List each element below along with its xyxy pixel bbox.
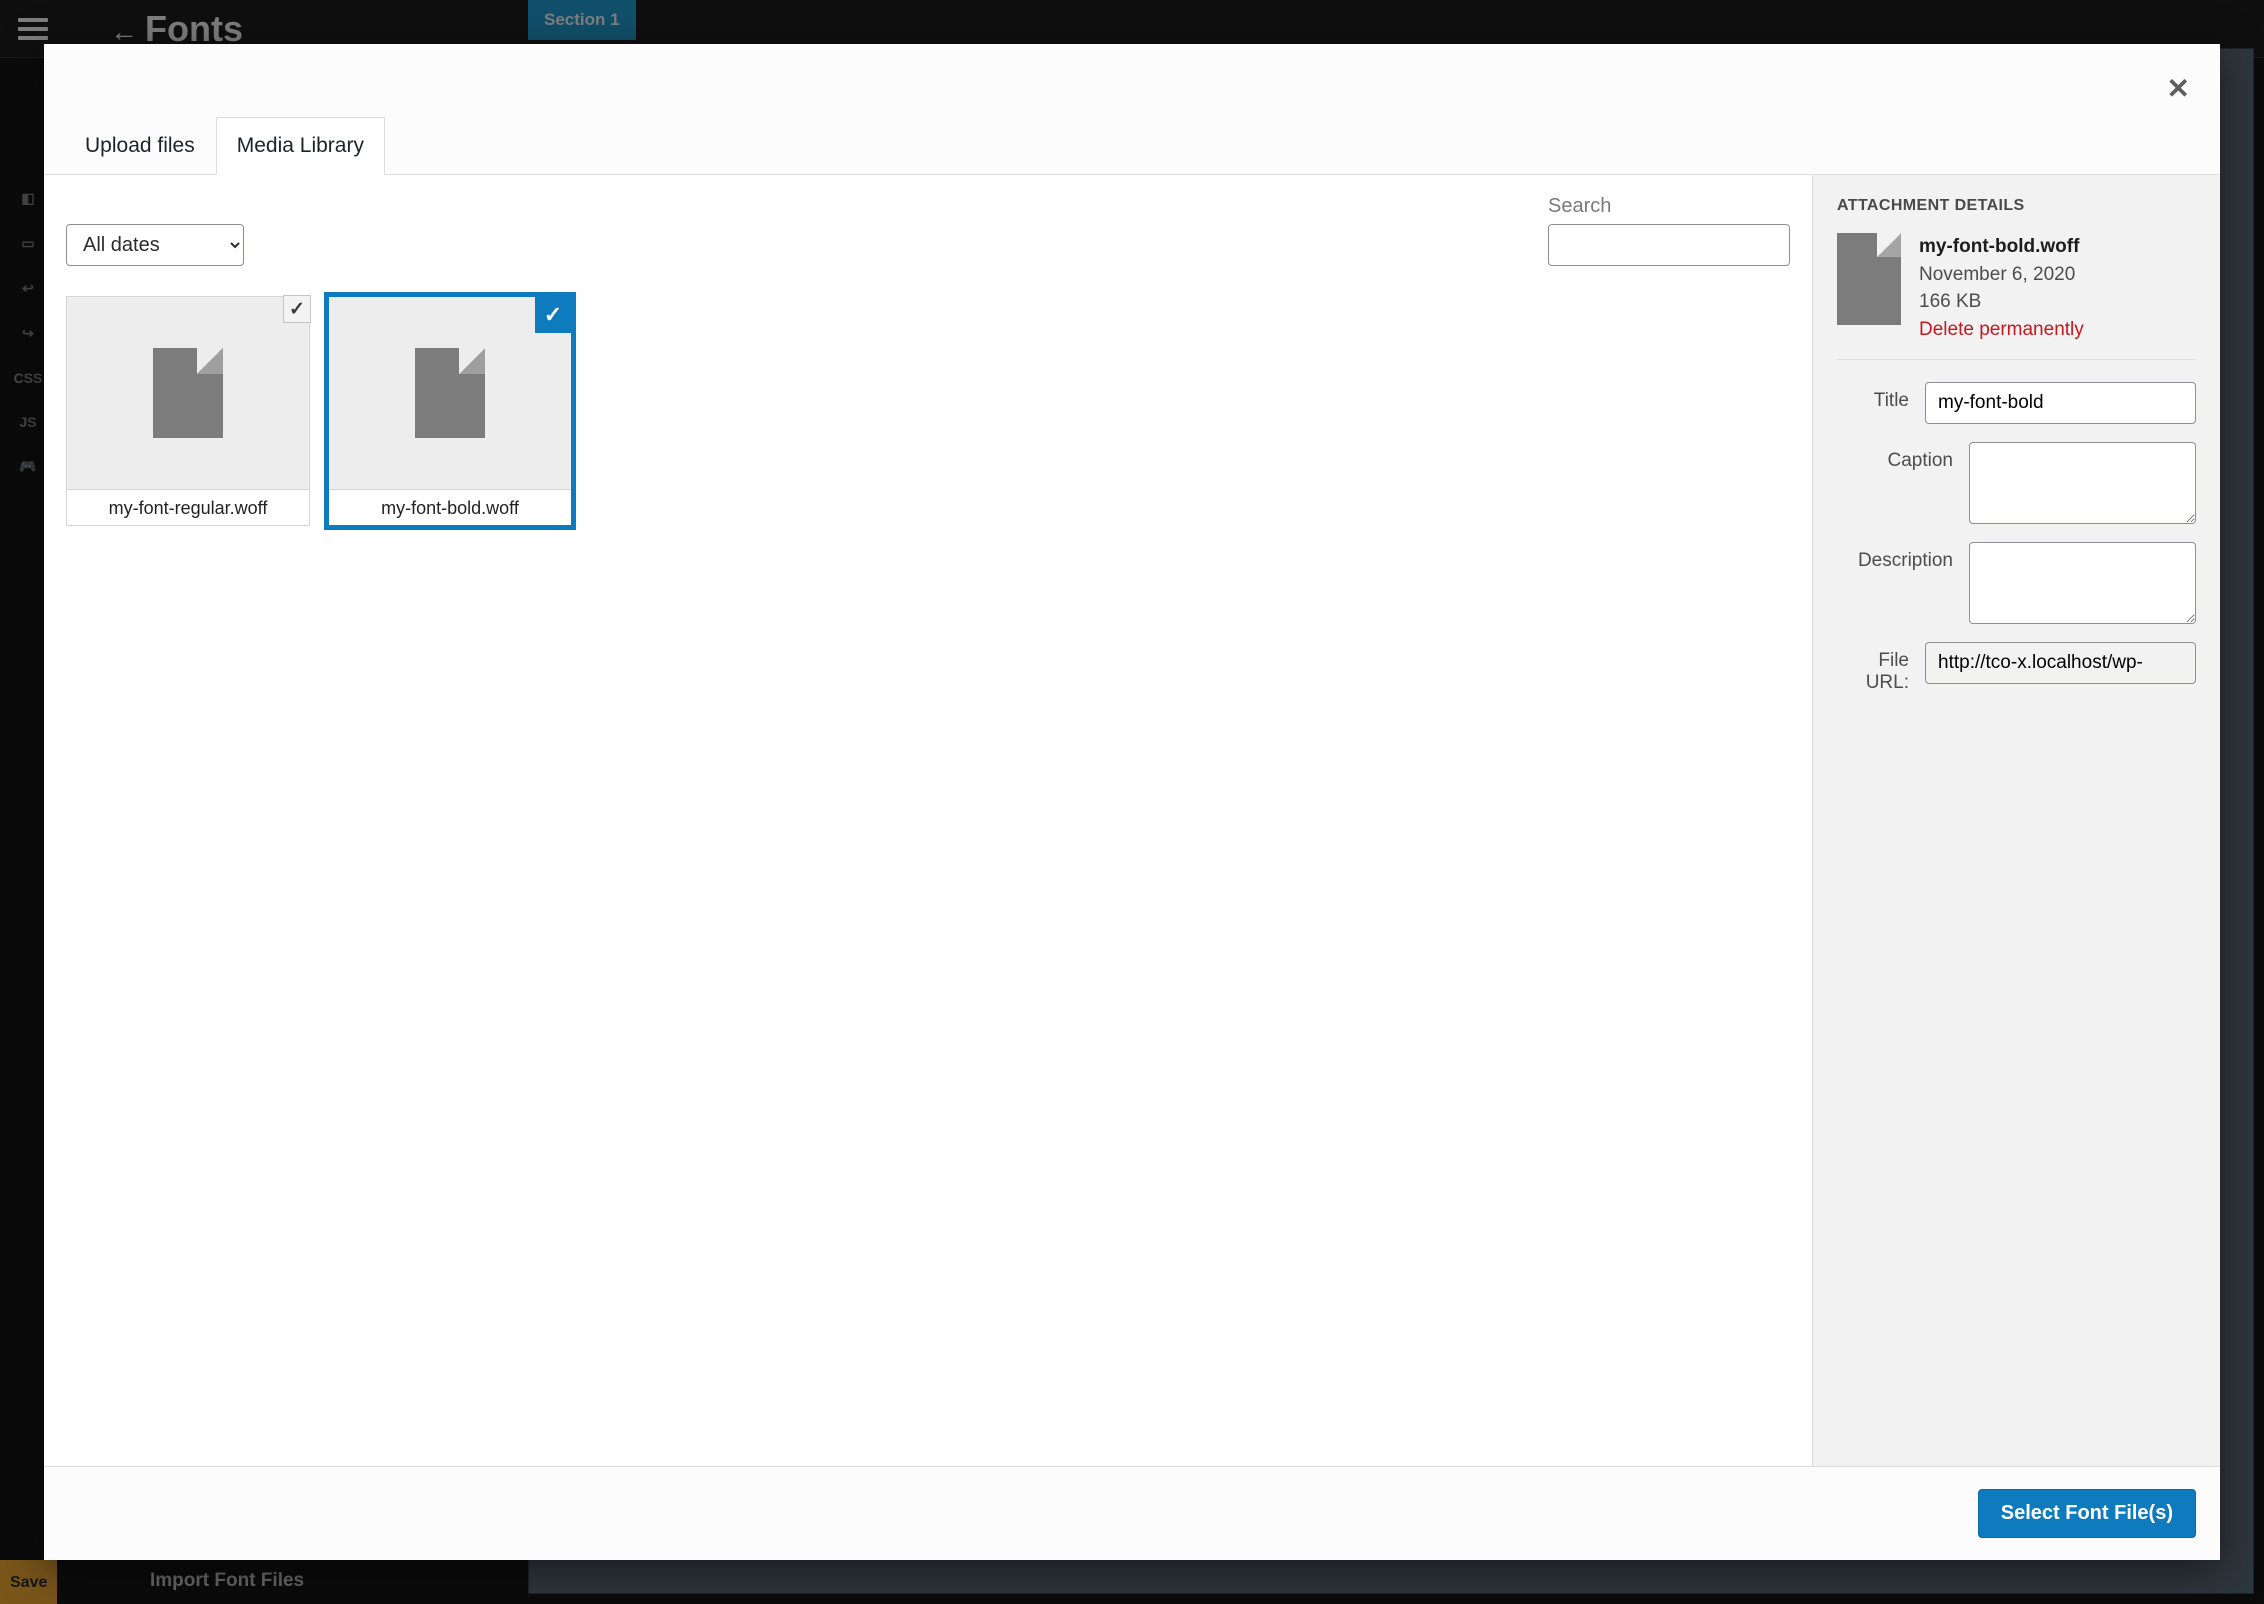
- tab-upload-files[interactable]: Upload files: [64, 117, 216, 175]
- media-item-filename: my-font-bold.woff: [329, 489, 571, 525]
- file-icon: [1837, 233, 1901, 325]
- delete-permanently-link[interactable]: Delete permanently: [1919, 316, 2084, 344]
- attachment-filename: my-font-bold.woff: [1919, 233, 2084, 261]
- file-icon: [67, 297, 309, 489]
- tab-media-library[interactable]: Media Library: [216, 117, 385, 175]
- check-icon[interactable]: ✓: [535, 297, 571, 333]
- caption-textarea[interactable]: [1969, 442, 2196, 524]
- attachment-details-heading: ATTACHMENT DETAILS: [1837, 197, 2196, 215]
- close-icon[interactable]: ✕: [2167, 72, 2190, 105]
- media-item[interactable]: ✓ my-font-regular.woff: [66, 296, 310, 526]
- date-filter-select[interactable]: All dates: [66, 224, 244, 266]
- select-font-files-button[interactable]: Select Font File(s): [1978, 1489, 2196, 1538]
- media-item[interactable]: ✓ my-font-bold.woff: [328, 296, 572, 526]
- search-input[interactable]: [1548, 224, 1790, 266]
- fileurl-label: File URL:: [1837, 642, 1909, 694]
- media-modal: ✕ Upload files Media Library All dates S…: [44, 44, 2220, 1560]
- title-label: Title: [1837, 382, 1909, 412]
- attachment-size: 166 KB: [1919, 288, 2084, 316]
- fileurl-input[interactable]: [1925, 642, 2196, 684]
- divider: [1837, 359, 2196, 360]
- description-label: Description: [1837, 542, 1953, 572]
- media-item-filename: my-font-regular.woff: [67, 489, 309, 525]
- modal-tabs: Upload files Media Library: [44, 44, 2220, 175]
- modal-footer: Select Font File(s): [44, 1466, 2220, 1560]
- title-input[interactable]: [1925, 382, 2196, 424]
- description-textarea[interactable]: [1969, 542, 2196, 624]
- media-browser: All dates Search ✓ my-font-regular.woff …: [44, 175, 1812, 1466]
- attachment-date: November 6, 2020: [1919, 261, 2084, 289]
- check-icon[interactable]: ✓: [283, 295, 311, 323]
- attachment-details: ATTACHMENT DETAILS my-font-bold.woff Nov…: [1812, 175, 2220, 1466]
- caption-label: Caption: [1837, 442, 1953, 472]
- search-label: Search: [1548, 195, 1790, 218]
